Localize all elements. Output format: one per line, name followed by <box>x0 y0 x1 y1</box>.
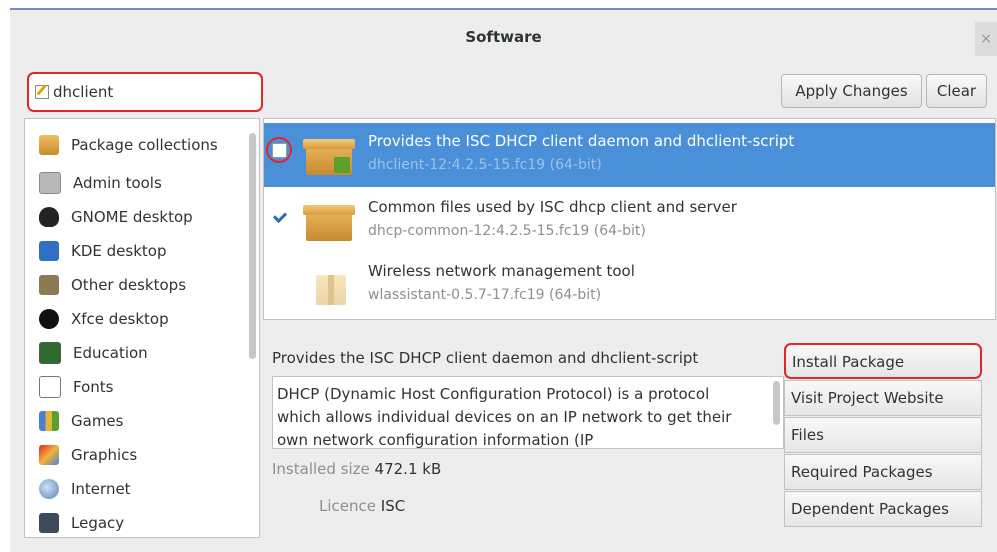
gnome-foot-icon <box>39 207 59 227</box>
sidebar-item-label: Internet <box>71 480 131 498</box>
package-collections-icon <box>39 135 59 155</box>
sidebar-item-admin-tools[interactable]: Admin tools <box>39 168 162 198</box>
package-summary: Provides the ISC DHCP client daemon and … <box>368 132 795 150</box>
sidebar-item-label: Fonts <box>73 378 114 396</box>
close-icon[interactable]: × <box>975 22 997 56</box>
package-summary: Wireless network management tool <box>368 262 635 280</box>
fonts-icon <box>39 376 61 398</box>
xfce-mouse-icon <box>39 309 59 329</box>
apply-changes-button[interactable]: Apply Changes <box>781 74 922 108</box>
installed-size-row: Installed size 472.1 kB <box>272 460 441 478</box>
sidebar-item-label: Xfce desktop <box>71 310 169 328</box>
sidebar-item-label: Graphics <box>71 446 138 464</box>
package-row-dhcp-common[interactable]: Common files used by ISC dhcp client and… <box>264 189 995 253</box>
licence-row: Licence ISC <box>319 497 405 515</box>
sidebar-item-label: Legacy <box>71 514 125 532</box>
sidebar-item-label: Education <box>73 344 148 362</box>
description-scrollbar[interactable] <box>773 381 780 425</box>
package-box-icon <box>303 135 355 175</box>
required-packages-button[interactable]: Required Packages <box>784 454 982 490</box>
window-title: Software <box>465 28 542 46</box>
legacy-floppy-icon <box>39 513 59 533</box>
description-box: DHCP (Dynamic Host Configuration Protoco… <box>272 376 784 449</box>
sidebar-item-package-collections[interactable]: Package collections <box>39 130 218 160</box>
installed-size-label: Installed size <box>272 460 370 478</box>
install-package-button[interactable]: Install Package <box>784 343 982 379</box>
sidebar-item-games[interactable]: Games <box>39 406 123 436</box>
graphics-icon <box>39 445 59 465</box>
package-name: wlassistant-0.5.7-17.fc19 (64-bit) <box>368 287 602 303</box>
sidebar-item-internet[interactable]: Internet <box>39 474 131 504</box>
sidebar-item-label: KDE desktop <box>71 242 167 260</box>
kde-icon <box>39 241 59 261</box>
package-row-wlassistant[interactable]: Wireless network management tool wlassis… <box>264 253 995 317</box>
description-text: DHCP (Dynamic Host Configuration Protoco… <box>277 385 732 449</box>
checkbox-annotation-circle <box>266 137 292 163</box>
sidebar-item-legacy[interactable]: Legacy <box>39 508 125 537</box>
sidebar-item-gnome-desktop[interactable]: GNOME desktop <box>39 202 193 232</box>
search-field[interactable]: dhclient <box>27 72 263 112</box>
sidebar-item-label: GNOME desktop <box>71 208 193 226</box>
category-scrollbar[interactable] <box>249 133 256 359</box>
installed-size-value: 472.1 kB <box>374 460 442 478</box>
admin-tools-icon <box>39 172 61 194</box>
window-titlebar: Software <box>10 10 997 62</box>
sidebar-item-label: Games <box>71 412 124 430</box>
category-list: Package collections Admin tools GNOME de… <box>24 118 260 538</box>
package-box-icon <box>306 265 352 305</box>
package-list: Provides the ISC DHCP client daemon and … <box>263 118 996 320</box>
sidebar-item-education[interactable]: Education <box>39 338 148 368</box>
sidebar-item-label: Other desktops <box>71 276 187 294</box>
search-input-value[interactable]: dhclient <box>53 83 113 101</box>
sidebar-item-graphics[interactable]: Graphics <box>39 440 137 470</box>
clear-button[interactable]: Clear <box>926 74 987 108</box>
games-icon <box>39 411 59 431</box>
sidebar-item-label: Admin tools <box>73 174 162 192</box>
other-desktops-icon <box>39 275 59 295</box>
licence-value: ISC <box>380 497 406 515</box>
package-name: dhcp-common-12:4.2.5-15.fc19 (64-bit) <box>368 223 646 239</box>
package-box-icon <box>303 201 355 241</box>
sidebar-item-kde-desktop[interactable]: KDE desktop <box>39 236 166 266</box>
sidebar-item-other-desktops[interactable]: Other desktops <box>39 270 186 300</box>
files-button[interactable]: Files <box>784 417 982 453</box>
sidebar-item-fonts[interactable]: Fonts <box>39 372 113 402</box>
software-window: Software × dhclient Apply Changes Clear … <box>10 8 997 552</box>
internet-globe-icon <box>39 479 59 499</box>
package-row-dhclient[interactable]: Provides the ISC DHCP client daemon and … <box>264 123 995 187</box>
detail-summary: Provides the ISC DHCP client daemon and … <box>272 349 699 367</box>
pencil-icon <box>35 85 49 99</box>
sidebar-item-xfce-desktop[interactable]: Xfce desktop <box>39 304 169 334</box>
package-checkbox-checked[interactable] <box>272 209 287 224</box>
licence-label: Licence <box>319 497 376 515</box>
education-icon <box>39 342 61 364</box>
package-summary: Common files used by ISC dhcp client and… <box>368 198 737 216</box>
sidebar-item-label: Package collections <box>71 136 218 154</box>
dependent-packages-button[interactable]: Dependent Packages <box>784 491 982 527</box>
package-name: dhclient-12:4.2.5-15.fc19 (64-bit) <box>368 157 602 173</box>
visit-project-website-button[interactable]: Visit Project Website <box>784 380 982 416</box>
